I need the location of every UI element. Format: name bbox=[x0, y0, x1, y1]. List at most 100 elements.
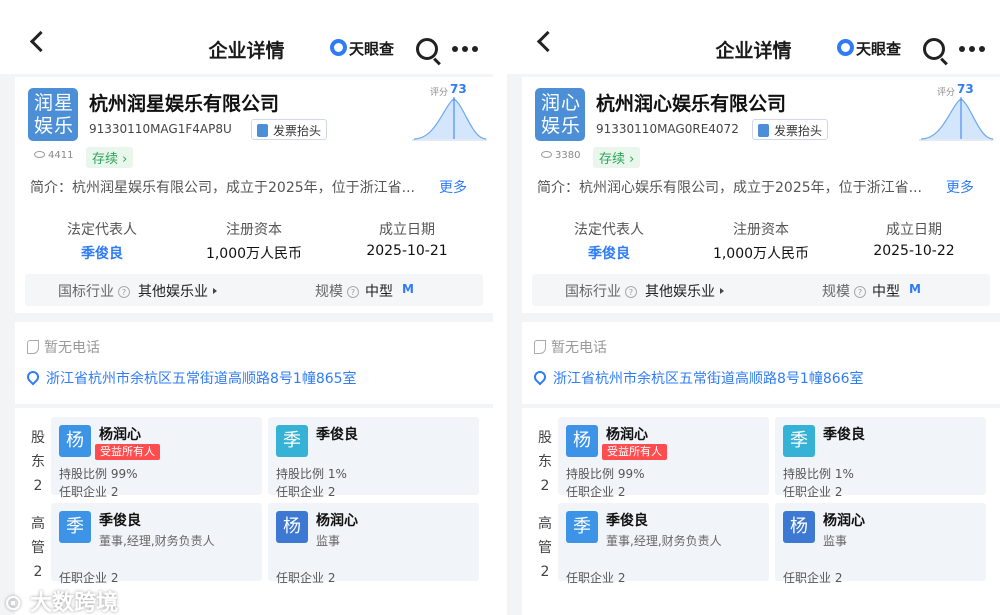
holding-ratio: 持股比例 99% bbox=[59, 465, 138, 482]
positions-value: 2 bbox=[617, 485, 626, 499]
label-char: 管 bbox=[31, 540, 45, 556]
score-widget[interactable]: 评分 73 bbox=[917, 82, 995, 147]
label-char: 股 bbox=[31, 430, 45, 446]
positions-count: 任职企业 2 bbox=[59, 483, 118, 500]
top-bar: 企业详情 天眼查 bbox=[0, 0, 493, 74]
shareholder-card[interactable]: 杨 杨润心 受益所有人 持股比例 99% 任职企业 2 bbox=[51, 417, 262, 499]
industry-row: 国标行业? 其他娱乐业 规模? 中型 M bbox=[25, 274, 483, 306]
search-icon[interactable] bbox=[416, 38, 438, 60]
executives-label[interactable]: 高管 2 bbox=[31, 512, 45, 584]
top-bar: 企业详情 天眼查 bbox=[507, 0, 1000, 74]
address-row[interactable]: 浙江省杭州市余杭区五常街道高顺路8号1幢866室 bbox=[531, 368, 864, 388]
shareholders-label[interactable]: 股东 2 bbox=[538, 426, 552, 498]
industry-label-text: 国标行业 bbox=[565, 284, 621, 300]
industry-row: 国标行业? 其他娱乐业 规模? 中型 M bbox=[532, 274, 990, 306]
address-row[interactable]: 浙江省杭州市余杭区五常街道高顺路8号1幢865室 bbox=[24, 368, 357, 388]
company-name[interactable]: 杭州润心娱乐有限公司 bbox=[596, 89, 786, 116]
score-widget[interactable]: 评分 73 bbox=[410, 82, 488, 147]
executive-card[interactable]: 杨 杨润心 监事 任职企业 2 bbox=[775, 503, 986, 585]
positions-count: 任职企业 2 bbox=[783, 483, 842, 500]
legal-rep-value[interactable]: 季俊良 bbox=[32, 243, 172, 263]
industry-label: 国标行业? bbox=[565, 281, 637, 301]
person-name: 杨润心 bbox=[606, 427, 648, 443]
status-value: 存续 bbox=[599, 152, 626, 167]
phone-row: 暂无电话 bbox=[27, 337, 100, 357]
holding-value: 1% bbox=[327, 467, 347, 481]
industry-label-text: 国标行业 bbox=[58, 284, 114, 300]
more-icon[interactable] bbox=[959, 46, 985, 52]
executive-card[interactable]: 杨 杨润心 监事 任职企业 2 bbox=[268, 503, 479, 585]
holding-label: 持股比例 bbox=[783, 467, 832, 481]
people-card: 股东 2 高管 2 杨 杨润心 受益所有人 持股比例 99% 任职企业 2 季 季俊… bbox=[15, 408, 493, 615]
positions-label: 任职企业 bbox=[59, 485, 108, 499]
holding-ratio: 持股比例 1% bbox=[783, 465, 854, 482]
more-icon[interactable] bbox=[452, 46, 478, 52]
eye-icon bbox=[34, 151, 45, 158]
invoice-icon bbox=[257, 124, 268, 137]
holding-value: 1% bbox=[834, 467, 854, 481]
label-count: 2 bbox=[33, 478, 43, 494]
positions-label: 任职企业 bbox=[566, 571, 615, 585]
label-char: 管 bbox=[538, 540, 552, 556]
avatar: 杨 bbox=[566, 425, 598, 457]
positions-count: 任职企业 2 bbox=[566, 569, 625, 586]
label-char: 高 bbox=[538, 516, 552, 532]
help-icon[interactable]: ? bbox=[118, 286, 130, 298]
intro-prefix: 简介： bbox=[537, 180, 579, 196]
industry-value[interactable]: 其他娱乐业 bbox=[138, 281, 217, 301]
founded-label: 成立日期 bbox=[379, 222, 435, 238]
brand: 天眼查 bbox=[330, 38, 410, 60]
help-icon[interactable]: ? bbox=[854, 286, 866, 298]
help-icon[interactable]: ? bbox=[625, 286, 637, 298]
holding-label: 持股比例 bbox=[566, 467, 615, 481]
positions-count: 任职企业 2 bbox=[566, 483, 625, 500]
watermark-text: 大数跨境 bbox=[30, 591, 119, 615]
holding-ratio: 持股比例 1% bbox=[276, 465, 347, 482]
person-name: 季俊良 bbox=[316, 427, 358, 443]
founded-value: 2025-10-22 bbox=[873, 243, 955, 259]
shareholder-card[interactable]: 季 季俊良 持股比例 1% 任职企业 2 bbox=[775, 417, 986, 499]
shareholder-card[interactable]: 杨 杨润心 受益所有人 持股比例 99% 任职企业 2 bbox=[558, 417, 769, 499]
phone-icon bbox=[27, 340, 39, 354]
company-panel-left: 企业详情 天眼查 润星娱乐 杭州润星娱乐有限公司 91330110MAG1F4A… bbox=[0, 0, 493, 615]
search-icon[interactable] bbox=[923, 38, 945, 60]
avatar: 杨 bbox=[59, 425, 91, 457]
invoice-button[interactable]: 发票抬头 bbox=[752, 119, 829, 140]
invoice-label: 发票抬头 bbox=[273, 124, 322, 138]
beneficiary-tag: 受益所有人 bbox=[95, 444, 160, 460]
company-summary-card: 润心娱乐 杭州润心娱乐有限公司 91330110MAG0RE4072 发票抬头 … bbox=[522, 77, 1000, 313]
avatar: 季 bbox=[566, 511, 598, 543]
invoice-button[interactable]: 发票抬头 bbox=[251, 119, 328, 140]
screenshot-root: 企业详情 天眼查 润星娱乐 杭州润星娱乐有限公司 91330110MAG1F4A… bbox=[0, 0, 1000, 615]
holding-label: 持股比例 bbox=[276, 467, 325, 481]
executives-label[interactable]: 高管 2 bbox=[538, 512, 552, 584]
scale-label: 规模? bbox=[822, 281, 866, 301]
scale-label: 规模? bbox=[315, 281, 359, 301]
intro-more-link[interactable]: 更多 bbox=[946, 177, 974, 197]
help-icon[interactable]: ? bbox=[347, 286, 359, 298]
credit-code: 91330110MAG1F4AP8U bbox=[89, 122, 232, 136]
view-count-value: 3380 bbox=[555, 150, 581, 161]
scale-badge: M bbox=[402, 282, 414, 296]
person-role: 监事 bbox=[316, 534, 341, 548]
scale-label-text: 规模 bbox=[822, 284, 850, 300]
legal-rep-label: 法定代表人 bbox=[574, 222, 644, 238]
brand-name: 天眼查 bbox=[349, 40, 395, 58]
company-name[interactable]: 杭州润星娱乐有限公司 bbox=[89, 89, 279, 116]
positions-label: 任职企业 bbox=[276, 571, 325, 585]
shareholders-label[interactable]: 股东 2 bbox=[31, 426, 45, 498]
executive-card[interactable]: 季 季俊良 董事,经理,财务负责人 任职企业 2 bbox=[51, 503, 262, 585]
legal-rep-value[interactable]: 季俊良 bbox=[539, 243, 679, 263]
credit-code: 91330110MAG0RE4072 bbox=[596, 122, 739, 136]
brand-name: 天眼查 bbox=[856, 40, 902, 58]
capital-label: 注册资本 bbox=[733, 222, 789, 238]
phone-row: 暂无电话 bbox=[534, 337, 607, 357]
score-curve-icon bbox=[919, 97, 994, 141]
company-summary-card: 润星娱乐 杭州润星娱乐有限公司 91330110MAG1F4AP8U 发票抬头 … bbox=[15, 77, 493, 313]
holding-value: 99% bbox=[617, 467, 645, 481]
positions-value: 2 bbox=[110, 485, 119, 499]
industry-value[interactable]: 其他娱乐业 bbox=[645, 281, 724, 301]
executive-card[interactable]: 季 季俊良 董事,经理,财务负责人 任职企业 2 bbox=[558, 503, 769, 585]
shareholder-card[interactable]: 季 季俊良 持股比例 1% 任职企业 2 bbox=[268, 417, 479, 499]
intro-more-link[interactable]: 更多 bbox=[439, 177, 467, 197]
